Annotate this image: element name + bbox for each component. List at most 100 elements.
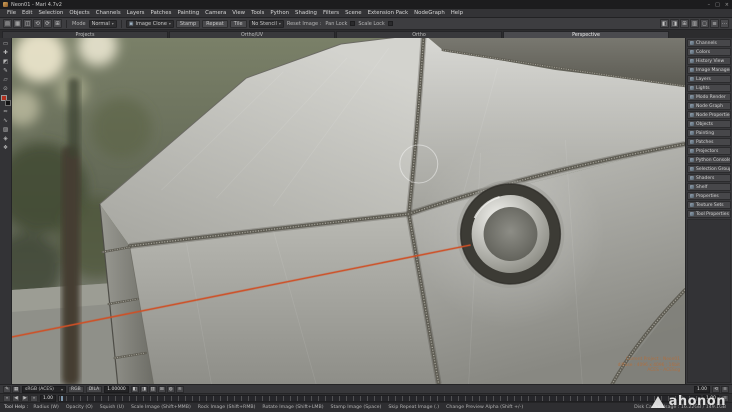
projection-icon[interactable]: ▦: [12, 385, 20, 393]
menu-item[interactable]: Extension Pack: [365, 10, 412, 16]
tab-ortho[interactable]: Ortho: [336, 31, 502, 38]
stencil-dropdown[interactable]: No Stencil ▾: [248, 19, 284, 28]
go-to-end-button[interactable]: »: [30, 394, 38, 402]
timeline-cursor[interactable]: [61, 395, 64, 401]
rgb-button[interactable]: RGB: [68, 385, 84, 393]
previous-frame-button[interactable]: ◀: [12, 394, 20, 402]
tile-button[interactable]: Tile: [229, 19, 247, 28]
palette-button[interactable]: Shelf: [687, 183, 731, 191]
minimize-button[interactable]: –: [708, 2, 711, 8]
menu-item[interactable]: Tools: [248, 10, 267, 16]
menu-item[interactable]: Shading: [292, 10, 320, 16]
tab-ortho-uv[interactable]: Ortho/UV: [169, 31, 335, 38]
palette-button[interactable]: Properties: [687, 192, 731, 200]
menu-item[interactable]: Painting: [174, 10, 202, 16]
reset-view-icon[interactable]: ⟲: [712, 385, 720, 393]
palette-button[interactable]: Patches: [687, 138, 731, 146]
vector-paint-tool[interactable]: ◈: [1, 135, 11, 143]
go-to-start-button[interactable]: «: [3, 394, 11, 402]
tab-perspective[interactable]: Perspective: [503, 31, 669, 38]
repeat-button[interactable]: Repeat: [202, 19, 228, 28]
palette-button[interactable]: Python Console: [687, 156, 731, 164]
menu-item[interactable]: Objects: [66, 10, 92, 16]
options-menu-icon[interactable]: ≡: [721, 385, 729, 393]
menu-item[interactable]: Scene: [342, 10, 364, 16]
paint-tool-dropdown[interactable]: ▣ Image Clone ▾: [125, 19, 174, 28]
menu-item[interactable]: Edit: [19, 10, 35, 16]
palette-button[interactable]: Layers: [687, 75, 731, 83]
value-field[interactable]: 1.00000: [104, 385, 129, 393]
menu-item[interactable]: Help: [448, 10, 466, 16]
play-button[interactable]: ▶: [21, 394, 29, 402]
palette-button[interactable]: Lights: [687, 84, 731, 92]
palette-button[interactable]: Modo Render: [687, 93, 731, 101]
frame-current-field[interactable]: 1.00: [702, 394, 719, 402]
palette-button[interactable]: Node Graph: [687, 102, 731, 110]
menu-item[interactable]: Camera: [202, 10, 229, 16]
background-color-swatch[interactable]: [4, 100, 11, 106]
timeline-ruler[interactable]: [58, 394, 701, 402]
menu-item[interactable]: View: [229, 10, 248, 16]
palette-button[interactable]: History View: [687, 57, 731, 65]
tab-projects[interactable]: Projects: [2, 31, 168, 38]
close-button[interactable]: ×: [725, 2, 729, 8]
palette-button[interactable]: Objects: [687, 120, 731, 128]
grid-snap-icon[interactable]: ⊞: [680, 19, 689, 28]
colorspace-dropdown[interactable]: sRGB (ACES) ▾: [22, 385, 66, 393]
channel-view-icon[interactable]: ▥: [148, 385, 157, 393]
clone-stamp-tool[interactable]: ⊙: [1, 85, 11, 93]
list-view-icon[interactable]: ≡: [710, 19, 719, 28]
maximize-button[interactable]: □: [715, 2, 720, 8]
palette-button[interactable]: Shaders: [687, 174, 731, 182]
palette-button[interactable]: Channels: [687, 39, 731, 47]
color-swatches[interactable]: [0, 95, 11, 106]
marquee-select-tool[interactable]: ◩: [1, 58, 11, 66]
dila-button[interactable]: DILA: [85, 385, 103, 393]
mask-right-icon[interactable]: ◨: [139, 385, 148, 393]
3d-scene[interactable]: [12, 38, 685, 384]
palette-button[interactable]: Node Properties: [687, 111, 731, 119]
mirror-horizontal-icon[interactable]: ◧: [660, 19, 669, 28]
blur-tool[interactable]: ≈: [1, 108, 11, 116]
menu-item[interactable]: Channels: [93, 10, 124, 16]
menu-item[interactable]: NodeGraph: [411, 10, 448, 16]
menu-item[interactable]: Selection: [35, 10, 66, 16]
menu-item[interactable]: Python: [267, 10, 292, 16]
pan-lock-checkbox[interactable]: [350, 21, 356, 26]
mode-dropdown[interactable]: Normal ▾: [88, 19, 117, 28]
more-options-icon[interactable]: ⋯: [720, 19, 729, 28]
scale-lock-checkbox[interactable]: [387, 21, 393, 26]
menu-item[interactable]: File: [4, 10, 19, 16]
palette-button[interactable]: Colors: [687, 48, 731, 56]
add-channel-icon[interactable]: ⊞: [53, 19, 62, 28]
undo-icon[interactable]: ⟲: [33, 19, 42, 28]
mask-left-icon[interactable]: ◧: [130, 385, 139, 393]
menu-item[interactable]: Layers: [124, 10, 148, 16]
paint-tool[interactable]: ✎: [1, 67, 11, 75]
wave-icon[interactable]: ≋: [175, 385, 184, 393]
palette-button[interactable]: Image Manager: [687, 66, 731, 74]
smear-tool[interactable]: ∿: [1, 117, 11, 125]
palette-button[interactable]: Selection Groups: [687, 165, 731, 173]
color-picker-tool[interactable]: ❖: [1, 144, 11, 152]
mirror-vertical-icon[interactable]: ◨: [670, 19, 679, 28]
menu-item[interactable]: Patches: [148, 10, 175, 16]
transform-tool[interactable]: ✚: [1, 49, 11, 57]
save-icon[interactable]: ◫: [23, 19, 32, 28]
frame-start-field[interactable]: 1.00: [40, 394, 57, 402]
select-tool[interactable]: ▭: [1, 40, 11, 48]
exposure-field[interactable]: 1.00: [693, 385, 710, 393]
palette-button[interactable]: Texture Sets: [687, 201, 731, 209]
menu-item[interactable]: Filters: [320, 10, 342, 16]
grid-icon[interactable]: ⊞: [157, 385, 166, 393]
palette-button[interactable]: Painting: [687, 129, 731, 137]
eraser-tool[interactable]: ▱: [1, 76, 11, 84]
palette-button[interactable]: Projectors: [687, 147, 731, 155]
paint-buffer-icon[interactable]: ✎: [3, 385, 11, 393]
gradient-tool[interactable]: ▨: [1, 126, 11, 134]
isolate-select-icon[interactable]: ◻: [700, 19, 709, 28]
timeline-options-icon[interactable]: ≡: [721, 394, 729, 402]
open-project-icon[interactable]: ▦: [13, 19, 22, 28]
viewport-canvas[interactable]: Current Project : Neon01 diffuse : 4096 x…: [12, 38, 685, 384]
palette-button[interactable]: Tool Properties: [687, 210, 731, 218]
